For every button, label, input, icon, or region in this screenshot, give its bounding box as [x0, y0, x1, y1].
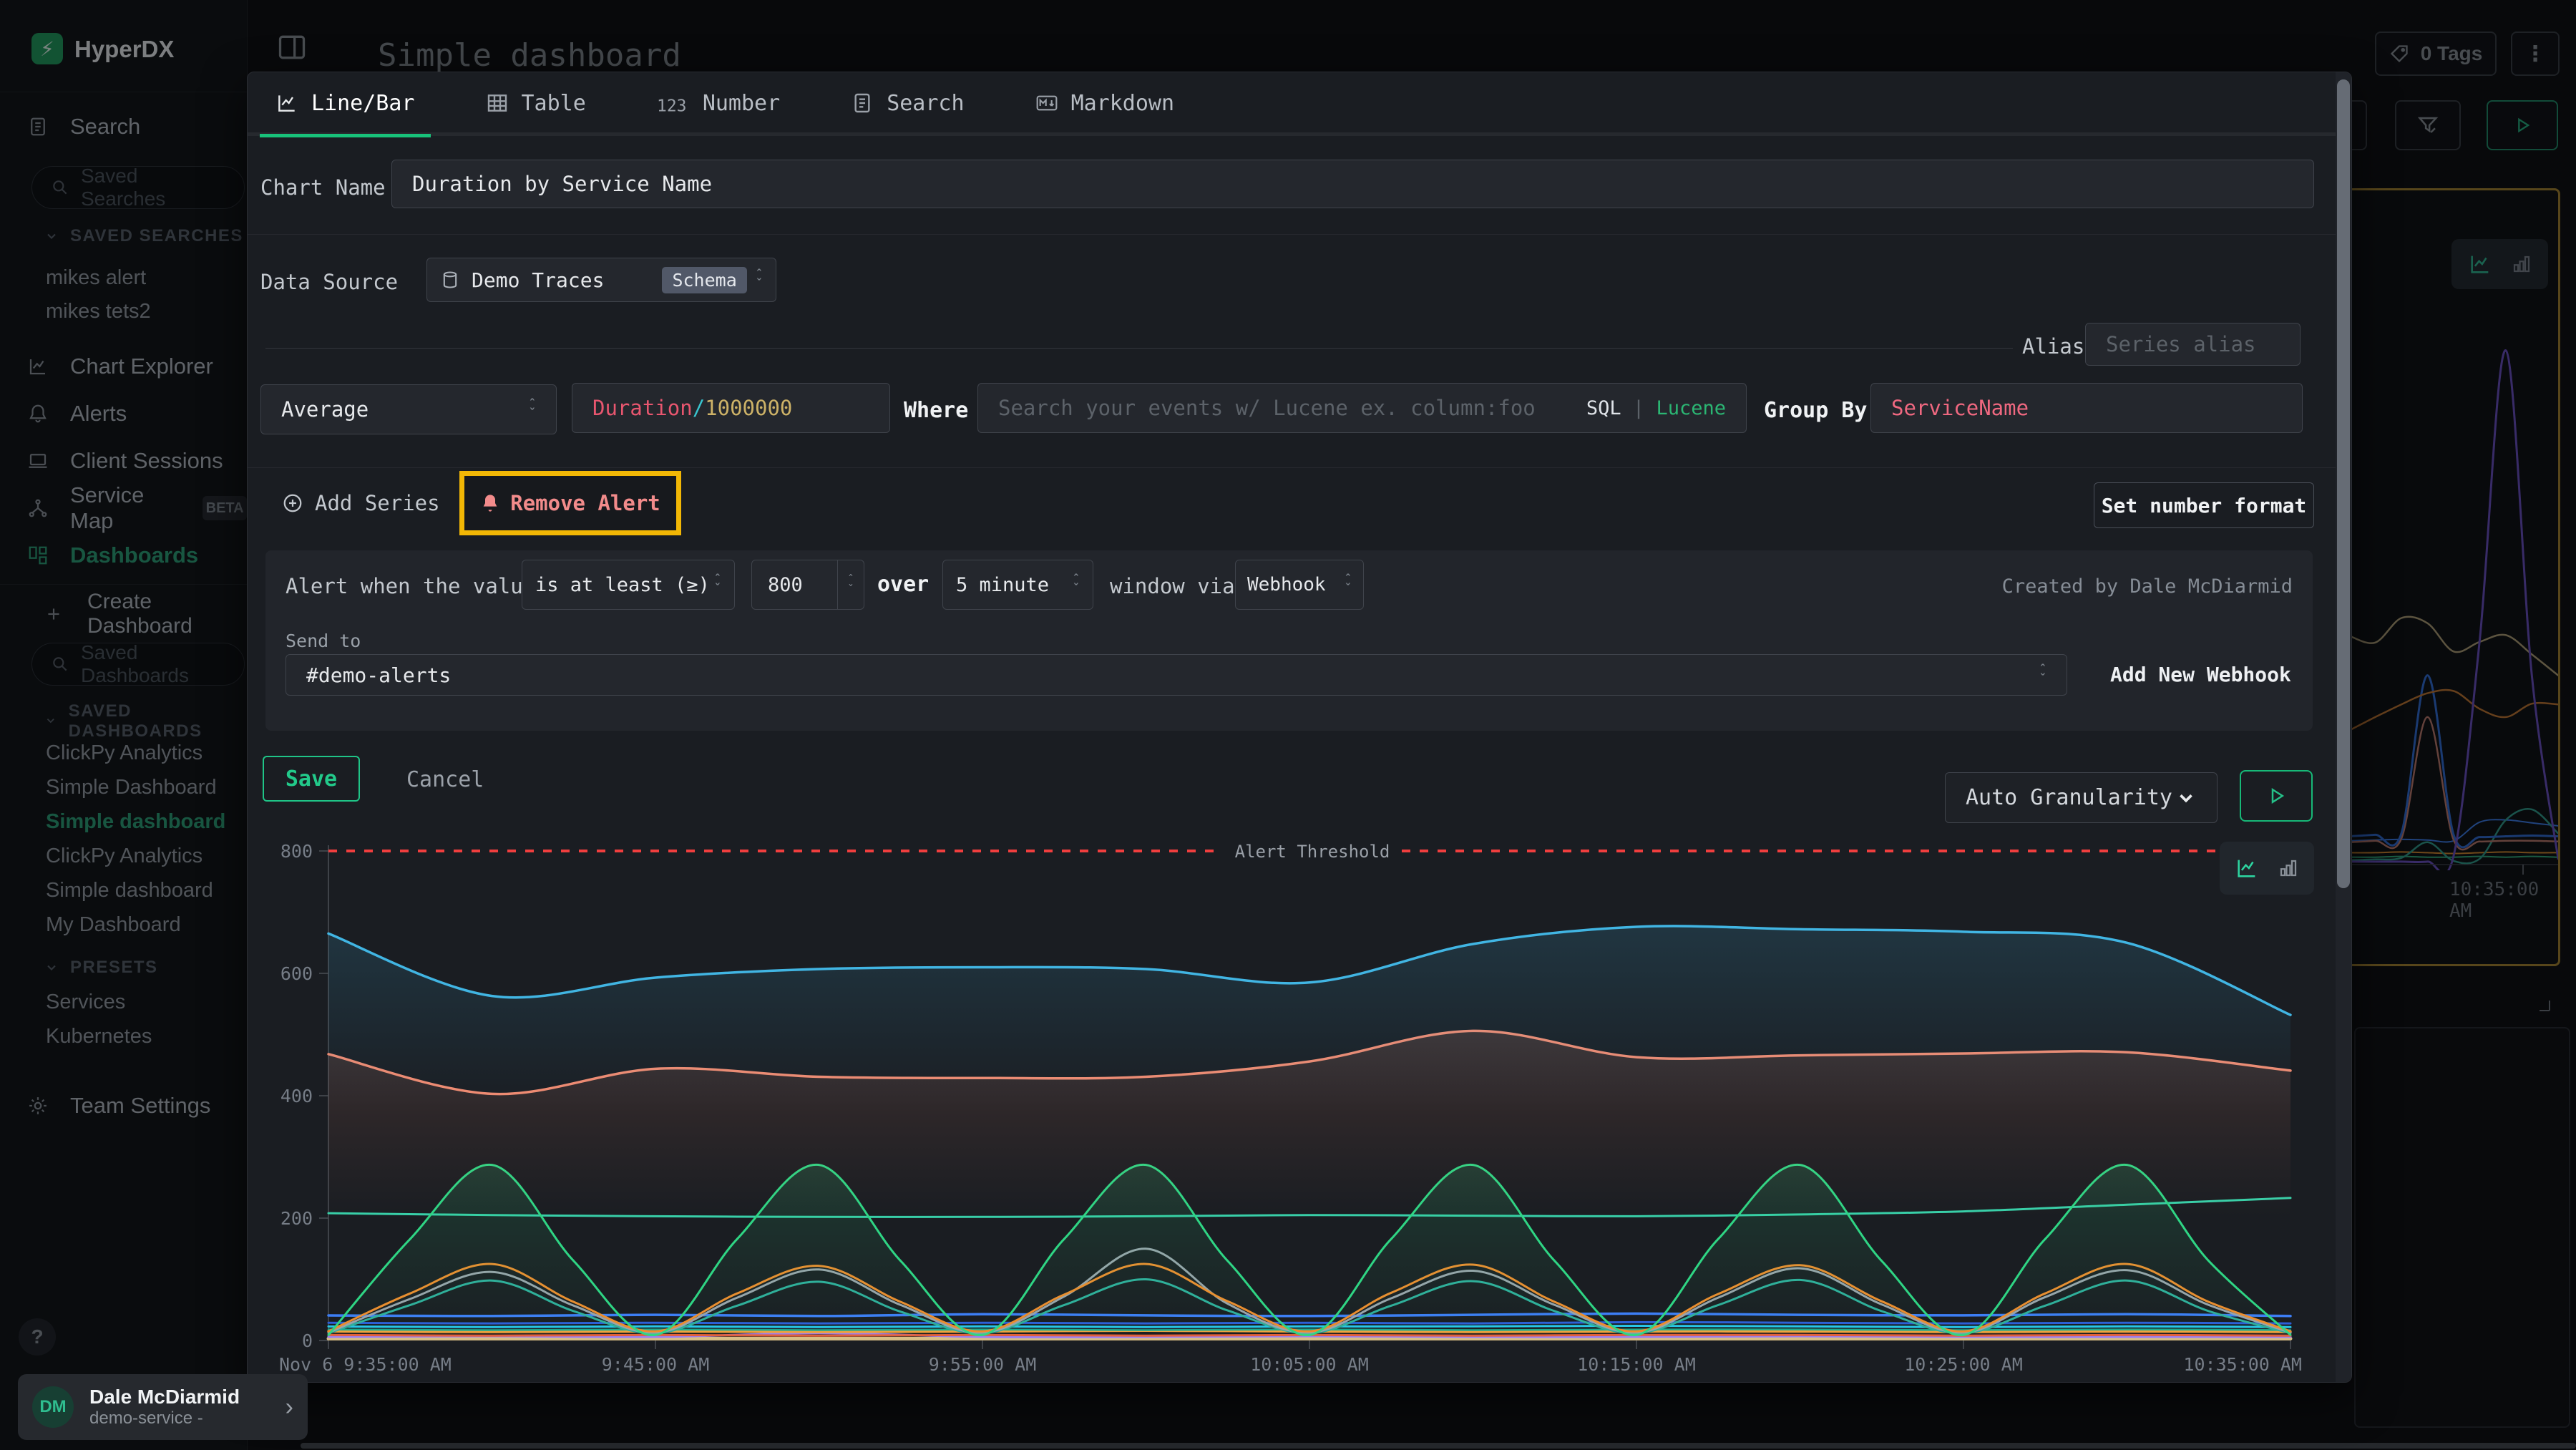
aggregation-select[interactable]: Average ˆˇ	[260, 384, 557, 434]
alias-label: Alias	[2022, 334, 2084, 359]
schema-badge: Schema	[662, 267, 746, 293]
alert-via-label: window via	[1110, 574, 1235, 598]
granularity-select[interactable]: Auto Granularity	[1945, 772, 2218, 823]
group-by-input[interactable]: ServiceName	[1870, 383, 2303, 433]
chart-type-tabs: Line/Bar Table 123Number Search Markdown	[260, 72, 1229, 137]
alert-prefix: Alert when the value	[286, 574, 535, 598]
bell-icon	[480, 493, 500, 513]
svg-text:Nov 6 9:35:00 AM: Nov 6 9:35:00 AM	[279, 1354, 452, 1375]
user-profile-card[interactable]: DM Dale McDiarmid demo-service - ›	[18, 1374, 308, 1440]
tab-table[interactable]: Table	[470, 72, 602, 134]
line-chart-icon	[275, 92, 298, 115]
alert-condition-select[interactable]: is at least (≥) ˆˇ	[522, 560, 735, 610]
markdown-icon	[1035, 92, 1058, 115]
data-source-select[interactable]: Demo Traces Schema ˆˇ	[426, 258, 776, 302]
tab-markdown[interactable]: Markdown	[1020, 72, 1191, 134]
svg-text:400: 400	[280, 1086, 313, 1106]
select-carets-icon: ˆˇ	[529, 400, 536, 419]
divider	[265, 348, 2013, 349]
tab-line-bar[interactable]: Line/Bar	[260, 72, 431, 137]
svg-text:10:05:00 AM: 10:05:00 AM	[1250, 1354, 1369, 1375]
send-to-select[interactable]: #demo-alerts ˆˇ	[286, 654, 2067, 696]
alert-created-by: Created by Dale McDiarmid	[2002, 575, 2293, 598]
chart-name-input[interactable]: Duration by Service Name	[391, 160, 2314, 208]
svg-text:0: 0	[302, 1330, 313, 1351]
chart-type-toggle[interactable]	[2220, 842, 2314, 895]
select-carets-icon: ˆˇ	[1345, 575, 1352, 594]
svg-text:10:15:00 AM: 10:15:00 AM	[1577, 1354, 1696, 1375]
alert-threshold-input[interactable]: 800 ˆˇ	[751, 560, 864, 610]
bar-chart-icon[interactable]	[2278, 857, 2299, 879]
user-subtitle: demo-service -	[89, 1408, 240, 1429]
save-button[interactable]: Save	[263, 756, 360, 802]
add-series-button[interactable]: Add Series	[282, 489, 440, 517]
number-icon: 123	[657, 92, 690, 115]
alias-placeholder: Series alias	[2106, 332, 2256, 356]
where-placeholder: Search your events w/ Lucene ex. column:…	[998, 396, 1536, 420]
query-mode-toggle[interactable]: SQL | Lucene	[1586, 397, 1726, 419]
select-carets-icon: ˆˇ	[2039, 666, 2046, 684]
plus-circle-icon	[282, 492, 303, 514]
send-to-label: Send to	[286, 631, 361, 651]
divider	[248, 467, 2337, 468]
scrollbar-track[interactable]	[2336, 72, 2351, 1382]
cancel-button[interactable]: Cancel	[406, 767, 484, 792]
where-search-input[interactable]: Search your events w/ Lucene ex. column:…	[977, 383, 1747, 433]
where-label: Where	[904, 398, 968, 423]
lucene-mode[interactable]: Lucene	[1656, 397, 1726, 419]
data-source-value: Demo Traces	[472, 268, 604, 292]
chevron-down-icon	[2175, 787, 2197, 809]
chart-name-value: Duration by Service Name	[412, 172, 712, 196]
svg-text:200: 200	[280, 1208, 313, 1229]
remove-alert-label: Remove Alert	[510, 491, 660, 515]
field-name: Duration	[592, 396, 693, 420]
table-icon	[486, 92, 509, 115]
set-number-format-button[interactable]: Set number format	[2094, 482, 2314, 528]
divider	[248, 234, 2337, 235]
group-by-label: Group By	[1764, 398, 1868, 423]
user-name: Dale McDiarmid	[89, 1386, 240, 1408]
group-by-value: ServiceName	[1891, 396, 2029, 420]
alert-window-select[interactable]: 5 minute ˆˇ	[942, 560, 1093, 610]
svg-text:123: 123	[657, 97, 687, 116]
chevron-right-icon: ›	[286, 1393, 293, 1421]
scrollbar-thumb[interactable]	[2337, 79, 2350, 888]
chart-name-label: Chart Name	[260, 175, 386, 200]
tab-search[interactable]: Search	[835, 72, 980, 134]
add-new-webhook-link[interactable]: Add New Webhook	[2110, 663, 2291, 686]
alias-input[interactable]: Series alias	[2085, 323, 2301, 366]
play-icon	[2265, 785, 2287, 807]
aggregation-value: Average	[281, 397, 369, 422]
run-chart-button[interactable]	[2240, 770, 2313, 822]
tab-number[interactable]: 123Number	[641, 72, 796, 134]
svg-text:800: 800	[280, 841, 313, 862]
alert-over-label: over	[877, 572, 929, 597]
select-carets-icon: ˆˇ	[714, 575, 721, 594]
edit-chart-modal: Line/Bar Table 123Number Search Markdown Cha…	[247, 72, 2352, 1383]
svg-text:Alert Threshold: Alert Threshold	[1235, 842, 1390, 862]
select-carets-icon: ˆˇ	[756, 271, 763, 289]
document-icon	[851, 92, 874, 115]
svg-text:9:45:00 AM: 9:45:00 AM	[602, 1354, 710, 1375]
line-chart-icon[interactable]	[2235, 856, 2259, 880]
avatar: DM	[32, 1386, 74, 1428]
database-icon	[440, 270, 460, 290]
svg-text:10:35:00 AM: 10:35:00 AM	[2183, 1354, 2302, 1375]
sql-mode[interactable]: SQL	[1586, 397, 1621, 419]
svg-text:600: 600	[280, 963, 313, 984]
svg-text:10:25:00 AM: 10:25:00 AM	[1904, 1354, 2023, 1375]
field-expression-input[interactable]: Duration/1000000	[572, 383, 890, 433]
svg-text:9:55:00 AM: 9:55:00 AM	[929, 1354, 1037, 1375]
remove-alert-button-highlight[interactable]: Remove Alert	[459, 471, 681, 535]
preview-chart: 0 200 400 600 800 Nov 6 9:35:00 AM 9:45:00 AM 9…	[265, 831, 2333, 1379]
alert-channel-select[interactable]: Webhook ˆˇ	[1235, 560, 1364, 610]
alert-settings-panel: Alert when the value is at least (≥) ˆˇ …	[265, 550, 2313, 731]
data-source-label: Data Source	[260, 270, 398, 294]
select-carets-icon: ˆˇ	[1073, 575, 1080, 594]
number-stepper[interactable]: ˆˇ	[837, 560, 864, 609]
